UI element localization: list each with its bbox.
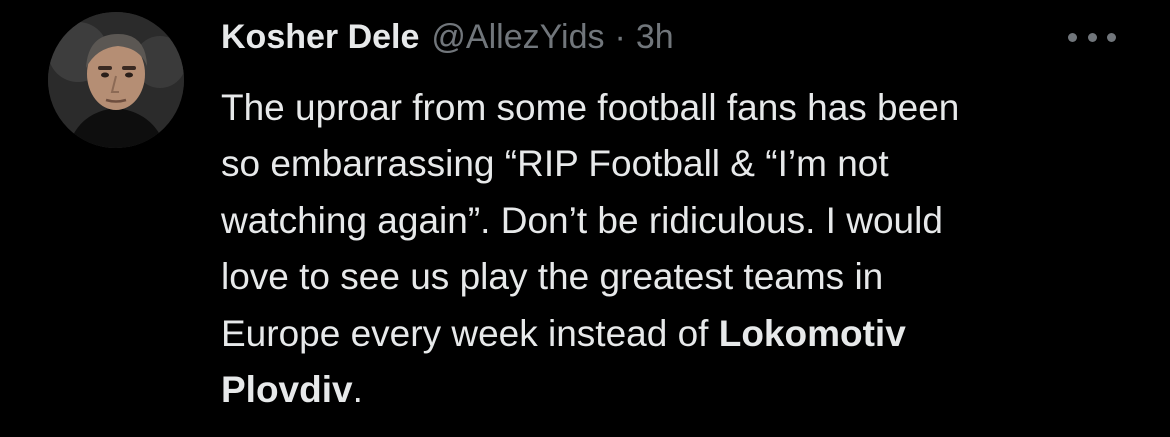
tweet-text-bold: Lokomotiv — [718, 312, 906, 354]
tweet[interactable]: Kosher Dele @AllezYids · 3h The uproar f… — [0, 0, 1170, 437]
tweet-text-fragment: Europe every week instead of — [221, 312, 719, 354]
more-dot — [1068, 32, 1077, 42]
author-handle[interactable]: @AllezYids — [431, 14, 604, 60]
header-separator: · — [614, 18, 626, 56]
tweet-text-line: The uproar from some football fans has b… — [221, 87, 960, 128]
more-dot — [1107, 32, 1116, 42]
tweet-text-bold: Plovdiv — [221, 369, 353, 411]
more-options-icon[interactable] — [1068, 27, 1116, 47]
author-avatar[interactable] — [48, 12, 184, 148]
tweet-text: The uproar from some football fans has b… — [221, 80, 1121, 418]
tweet-text-line: so embarrassing “RIP Football & “I’m not — [221, 143, 889, 185]
tweet-timestamp[interactable]: 3h — [636, 14, 674, 60]
tweet-text-line: love to see us play the greatest teams i… — [221, 256, 884, 298]
tweet-text-line: watching again”. Don’t be ridiculous. I … — [221, 199, 943, 241]
user-avatar-icon — [48, 12, 184, 148]
tweet-text-fragment: . — [352, 369, 363, 411]
tweet-text-line: Europe every week instead of Lokomotiv — [221, 306, 1121, 362]
tweet-text-line: Plovdiv. — [221, 362, 1121, 418]
more-dot — [1087, 32, 1097, 42]
author-display-name[interactable]: Kosher Dele — [221, 14, 419, 60]
tweet-header: Kosher Dele @AllezYids · 3h — [221, 14, 674, 60]
